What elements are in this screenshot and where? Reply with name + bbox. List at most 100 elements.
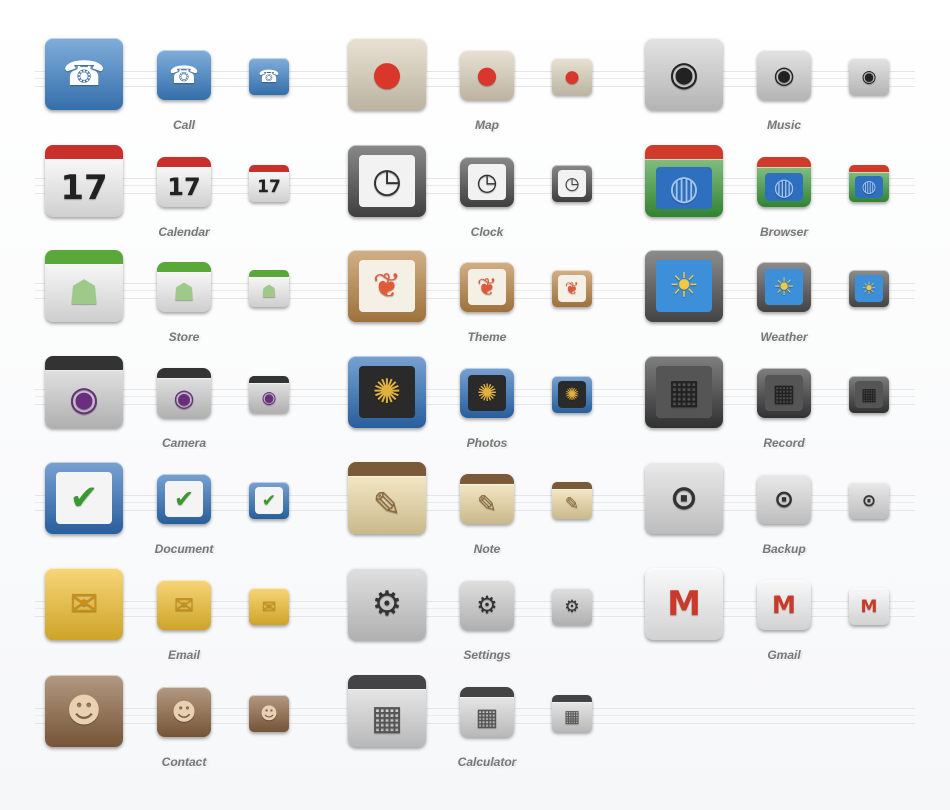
turntable-icon[interactable]: ◉ <box>645 38 723 110</box>
icon-glyph: ☗ <box>261 282 277 302</box>
icon-glyph: ☻ <box>260 703 278 724</box>
icon-glyph: ◉ <box>669 54 699 94</box>
icon-group-call: ☎ ☎ ☎ Call <box>45 38 305 138</box>
settings-panel-icon[interactable]: ⚙ <box>348 568 426 640</box>
globe-icon[interactable]: ◍ <box>757 157 811 207</box>
calendar-icon[interactable]: 17 <box>157 157 211 207</box>
calculator-icon[interactable]: ▦ <box>552 695 592 732</box>
calendar-icon[interactable]: 17 <box>249 165 289 202</box>
icon-group-browser: ◍ ◍ ◍ Browser <box>645 145 905 245</box>
icon-label: Contact <box>161 755 207 769</box>
camera-icon[interactable]: ◉ <box>157 368 211 418</box>
icon-glyph: ● <box>372 54 402 94</box>
icon-group-photos: ✺ ✺ ✺ Photos <box>348 356 608 456</box>
phone-icon[interactable]: ☎ <box>249 58 289 95</box>
calculator-icon[interactable]: ▦ <box>348 675 426 747</box>
icon-glyph: ✺ <box>476 379 498 407</box>
shopping-bag-icon[interactable]: ☗ <box>157 262 211 312</box>
turntable-icon[interactable]: ◉ <box>757 50 811 100</box>
photo-icon[interactable]: ✺ <box>460 368 514 418</box>
weather-icon[interactable]: ☀ <box>757 262 811 312</box>
icon-glyph: ✎ <box>476 490 498 518</box>
icon-label: Settings <box>463 648 511 662</box>
globe-icon[interactable]: ◍ <box>849 165 889 202</box>
map-pin-icon[interactable]: ● <box>552 58 592 95</box>
icon-glyph: M <box>772 591 796 619</box>
envelope-icon[interactable]: ✉ <box>249 588 289 625</box>
map-pin-icon[interactable]: ● <box>460 50 514 100</box>
icon-group-gmail: M M M Gmail <box>645 568 905 668</box>
icon-glyph: ▦ <box>370 698 404 738</box>
notepad-icon[interactable]: ✎ <box>348 462 426 534</box>
camera-icon[interactable]: ◉ <box>45 356 123 428</box>
contact-book-icon[interactable]: ☻ <box>45 675 123 747</box>
phone-icon[interactable]: ☎ <box>45 38 123 110</box>
icon-label: Calculator <box>457 755 517 769</box>
notepad-icon[interactable]: ✎ <box>552 482 592 519</box>
icon-glyph: ◉ <box>861 66 877 87</box>
icon-glyph: ❦ <box>476 273 498 301</box>
icon-label: Photos <box>466 436 508 450</box>
map-pin-icon[interactable]: ● <box>348 38 426 110</box>
shopping-bag-icon[interactable]: ☗ <box>45 250 123 322</box>
calendar-icon[interactable]: 17 <box>45 145 123 217</box>
amplifier-icon[interactable]: ▦ <box>849 376 889 413</box>
icon-glyph: ◷ <box>564 173 580 194</box>
settings-panel-icon[interactable]: ⚙ <box>460 580 514 630</box>
amplifier-icon[interactable]: ▦ <box>645 356 723 428</box>
icon-glyph: ⚙ <box>371 584 403 624</box>
gmail-icon[interactable]: M <box>757 580 811 630</box>
icon-group-theme: ❦ ❦ ❦ Theme <box>348 250 608 350</box>
gmail-icon[interactable]: M <box>849 588 889 625</box>
contact-book-icon[interactable]: ☻ <box>157 687 211 737</box>
turntable-icon[interactable]: ◉ <box>849 58 889 95</box>
icon-label: Music <box>766 118 801 132</box>
clock-icon[interactable]: ◷ <box>460 157 514 207</box>
clock-icon[interactable]: ◷ <box>348 145 426 217</box>
phone-icon[interactable]: ☎ <box>157 50 211 100</box>
icon-label: Map <box>475 118 499 132</box>
camera-icon[interactable]: ◉ <box>249 376 289 413</box>
clock-icon[interactable]: ◷ <box>552 165 592 202</box>
envelope-icon[interactable]: ✉ <box>157 580 211 630</box>
safe-lock-icon[interactable]: ⊙ <box>645 462 723 534</box>
icon-label: Calendar <box>158 225 210 239</box>
icon-group-backup: ⊙ ⊙ ⊙ Backup <box>645 462 905 562</box>
icon-label: Store <box>168 330 200 344</box>
icon-group-camera: ◉ ◉ ◉ Camera <box>45 356 305 456</box>
safe-lock-icon[interactable]: ⊙ <box>757 474 811 524</box>
document-check-icon[interactable]: ✔ <box>157 474 211 524</box>
weather-icon[interactable]: ☀ <box>849 270 889 307</box>
globe-icon[interactable]: ◍ <box>645 145 723 217</box>
amplifier-icon[interactable]: ▦ <box>757 368 811 418</box>
icon-glyph: ☻ <box>66 691 102 731</box>
settings-panel-icon[interactable]: ⚙ <box>552 588 592 625</box>
icon-glyph: ◷ <box>476 168 498 196</box>
notepad-icon[interactable]: ✎ <box>460 474 514 524</box>
gmail-icon[interactable]: M <box>645 568 723 640</box>
envelope-icon[interactable]: ✉ <box>45 568 123 640</box>
icon-group-record: ▦ ▦ ▦ Record <box>645 356 905 456</box>
icon-glyph: ✺ <box>372 372 402 412</box>
palette-icon[interactable]: ❦ <box>552 270 592 307</box>
photo-icon[interactable]: ✺ <box>552 376 592 413</box>
palette-icon[interactable]: ❦ <box>460 262 514 312</box>
icon-glyph: ☎ <box>62 54 106 94</box>
shopping-bag-icon[interactable]: ☗ <box>249 270 289 307</box>
icon-group-settings: ⚙ ⚙ ⚙ Settings <box>348 568 608 668</box>
safe-lock-icon[interactable]: ⊙ <box>849 482 889 519</box>
icon-glyph: ▦ <box>667 372 701 412</box>
palette-icon[interactable]: ❦ <box>348 250 426 322</box>
icon-group-document: ✔ ✔ ✔ Document <box>45 462 305 562</box>
document-check-icon[interactable]: ✔ <box>249 482 289 519</box>
weather-icon[interactable]: ☀ <box>645 250 723 322</box>
icon-glyph: ◍ <box>861 177 877 197</box>
document-check-icon[interactable]: ✔ <box>45 462 123 534</box>
icon-glyph: ✔ <box>261 490 277 511</box>
icon-glyph: ◍ <box>773 173 795 201</box>
icon-glyph: ◉ <box>261 388 277 408</box>
photo-icon[interactable]: ✺ <box>348 356 426 428</box>
calculator-icon[interactable]: ▦ <box>460 687 514 737</box>
icon-label: Gmail <box>767 648 801 662</box>
contact-book-icon[interactable]: ☻ <box>249 695 289 732</box>
